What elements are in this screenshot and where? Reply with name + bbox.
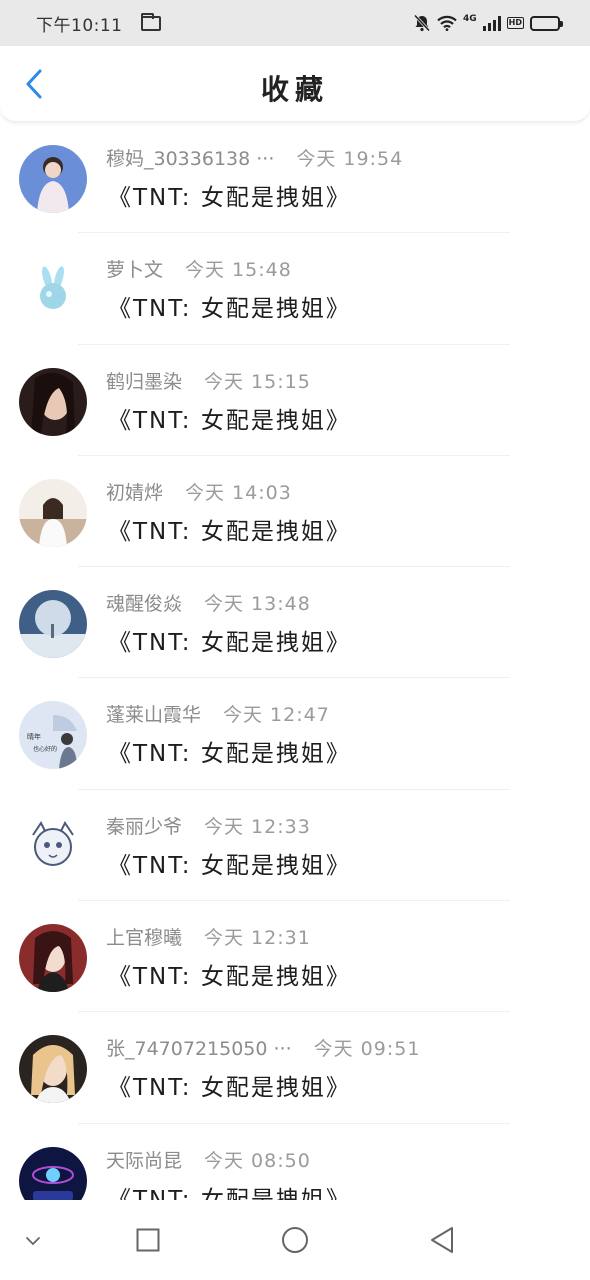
nav-collapse-button[interactable] [18, 1226, 48, 1256]
favorite-item[interactable]: 魂醒俊焱 今天 13:48 《TNT: 女配是拽姐》 [0, 567, 590, 679]
avatar[interactable] [19, 812, 87, 881]
avatar[interactable] [19, 924, 87, 993]
username: 上官穆曦 [106, 927, 183, 950]
favorite-title[interactable]: 《TNT: 女配是拽姐》 [108, 512, 351, 546]
favorite-item[interactable]: 上官穆曦 今天 12:31 《TNT: 女配是拽姐》 [0, 901, 590, 1013]
favorite-item[interactable]: 秦丽少爷 今天 12:33 《TNT: 女配是拽姐》 [0, 790, 590, 902]
wifi-icon [437, 15, 457, 31]
item-meta: 魂醒俊焱 今天 13:48 [106, 589, 311, 616]
folder-icon [140, 12, 161, 31]
username: 魂醒俊焱 [106, 593, 183, 616]
timestamp: 今天 12:31 [204, 927, 311, 950]
timestamp: 今天 14:03 [185, 481, 292, 504]
avatar[interactable] [19, 145, 87, 213]
favorite-title[interactable]: 《TNT: 女配是拽姐》 [108, 289, 351, 323]
timestamp: 今天 12:33 [204, 815, 311, 838]
avatar[interactable] [19, 478, 87, 547]
timestamp: 今天 12:47 [223, 704, 330, 727]
avatar-image [19, 924, 87, 993]
username: 蓬莱山霞华 [106, 704, 202, 727]
avatar[interactable] [19, 590, 87, 659]
username: 鹤归墨染 [106, 370, 183, 393]
favorite-item[interactable]: 初婧烨 今天 14:03 《TNT: 女配是拽姐》 [0, 456, 590, 568]
avatar-image [19, 1146, 87, 1200]
item-meta: 秦丽少爷 今天 12:33 [106, 812, 311, 839]
timestamp: 今天 09:51 [313, 1038, 421, 1061]
item-meta: 蓬莱山霞华 今天 12:47 [106, 700, 330, 727]
avatar-image [19, 145, 87, 213]
favorite-title[interactable]: 《TNT: 女配是拽姐》 [108, 623, 351, 657]
avatar[interactable] [19, 1146, 87, 1200]
favorite-item[interactable]: 萝卜文 今天 15:48 《TNT: 女配是拽姐》 [0, 233, 590, 345]
svg-text:也心好的: 也心好的 [33, 745, 57, 753]
battery-icon [530, 15, 563, 31]
username: 萝卜文 [106, 259, 164, 282]
favorite-item[interactable]: 晴年 也心好的 蓬莱山霞华 今天 12:47 《TNT: 女配是拽姐》 [0, 678, 590, 791]
username: 穆妈_30336138 ··· [106, 148, 275, 170]
nav-back-button[interactable] [424, 1222, 460, 1258]
network-type: 4G [463, 14, 477, 24]
system-nav-bar [0, 1200, 590, 1280]
item-meta: 穆妈_30336138 ··· 今天 19:54 [106, 144, 403, 171]
avatar-image [19, 812, 87, 881]
favorite-title[interactable]: 《TNT: 女配是拽姐》 [108, 734, 351, 768]
favorite-item[interactable]: 天际尚昆 今天 08:50 《TNT: 女配是拽姐》 [0, 1124, 590, 1200]
signal-icon [482, 15, 501, 31]
avatar-image: 晴年也心好的 [19, 701, 87, 770]
item-meta: 天际尚昆 今天 08:50 [106, 1146, 311, 1173]
avatar[interactable]: 晴年也心好的 [19, 701, 87, 770]
item-meta: 萝卜文 今天 15:48 [106, 255, 292, 282]
triangle-back-icon [431, 1227, 453, 1253]
favorite-title[interactable]: 《TNT: 女配是拽姐》 [108, 401, 351, 435]
hd-badge: HD [506, 17, 524, 29]
favorite-title[interactable]: 《TNT: 女配是拽姐》 [108, 846, 351, 880]
favorite-item[interactable]: 穆妈_30336138 ··· 今天 19:54 《TNT: 女配是拽姐》 [0, 122, 590, 234]
item-meta: 鹤归墨染 今天 15:15 [106, 367, 311, 394]
favorite-item[interactable]: 鹤归墨染 今天 15:15 《TNT: 女配是拽姐》 [0, 345, 590, 457]
status-bar: 下午10:11 4G HD [0, 0, 590, 46]
timestamp: 今天 08:50 [204, 1149, 311, 1172]
item-meta: 张_74707215050 ··· 今天 09:51 [106, 1034, 420, 1061]
circle-icon [282, 1227, 308, 1253]
item-meta: 初婧烨 今天 14:03 [106, 478, 292, 505]
chevron-down-icon [26, 1237, 40, 1246]
favorite-item[interactable]: 张_74707215050 ··· 今天 09:51 《TNT: 女配是拽姐》 [0, 1012, 590, 1124]
avatar-image [19, 256, 87, 325]
username: 秦丽少爷 [106, 815, 183, 838]
timestamp: 今天 15:48 [185, 259, 292, 282]
header: 收藏 [0, 46, 590, 122]
timestamp: 今天 13:48 [204, 593, 311, 616]
username: 初婧烨 [106, 481, 164, 504]
item-meta: 上官穆曦 今天 12:31 [106, 923, 311, 950]
avatar-image [19, 478, 87, 547]
timestamp: 今天 15:15 [204, 370, 311, 393]
page-title: 收藏 [260, 73, 329, 106]
bell-muted-icon [413, 14, 431, 32]
favorites-list[interactable]: 穆妈_30336138 ··· 今天 19:54 《TNT: 女配是拽姐》 萝卜文 今天… [0, 122, 590, 1200]
favorite-title[interactable]: 《TNT: 女配是拽姐》 [108, 1180, 351, 1200]
status-time: 下午10:11 [36, 15, 123, 36]
username: 天际尚昆 [106, 1149, 183, 1172]
avatar[interactable] [19, 256, 87, 325]
nav-recents-button[interactable] [130, 1222, 166, 1258]
avatar-image [19, 590, 87, 659]
timestamp: 今天 19:54 [296, 148, 404, 170]
nav-home-button[interactable] [277, 1222, 313, 1258]
avatar-image [19, 367, 87, 436]
square-icon [136, 1228, 160, 1252]
status-icons: 4G HD [413, 14, 563, 32]
avatar-image [19, 1035, 87, 1104]
username: 张_74707215050 ··· [106, 1038, 292, 1061]
avatar[interactable] [19, 1035, 87, 1104]
avatar[interactable] [19, 367, 87, 436]
favorite-title[interactable]: 《TNT: 女配是拽姐》 [108, 178, 351, 212]
favorite-title[interactable]: 《TNT: 女配是拽姐》 [108, 957, 351, 991]
svg-text:晴年: 晴年 [27, 732, 41, 741]
favorite-title[interactable]: 《TNT: 女配是拽姐》 [108, 1068, 351, 1102]
